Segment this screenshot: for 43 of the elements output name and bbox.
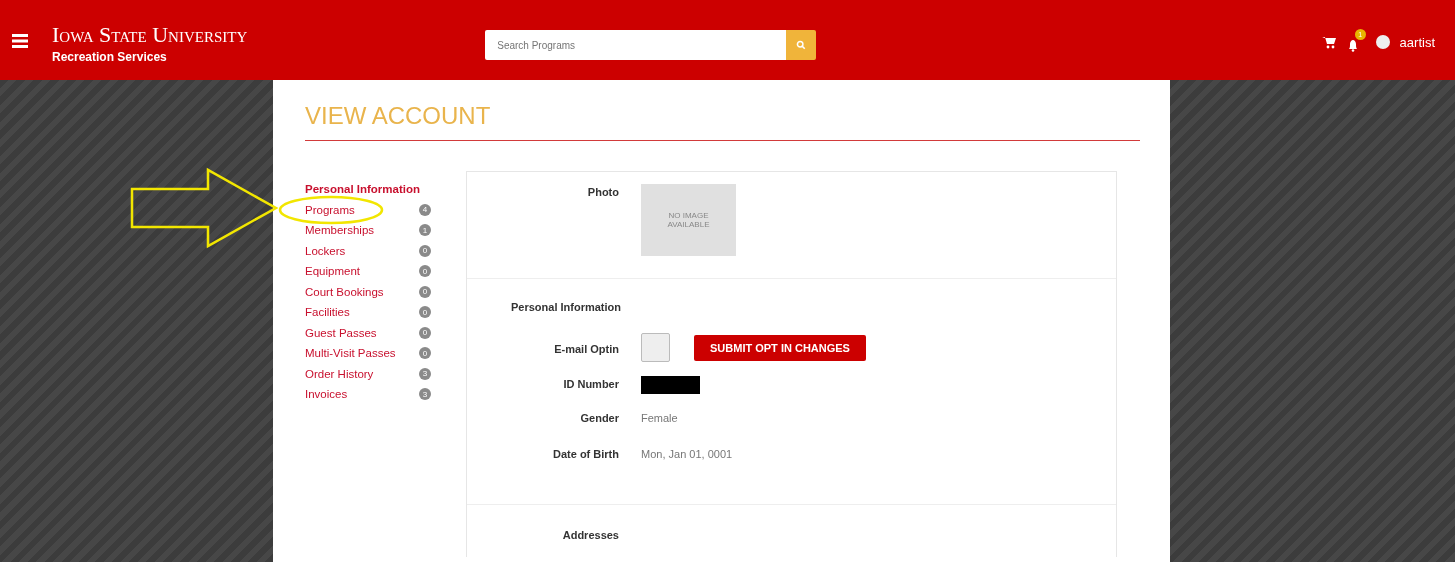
menu-icon[interactable]: [12, 34, 28, 48]
count-badge: 0: [419, 265, 431, 278]
department-name[interactable]: Recreation Services: [52, 50, 248, 64]
checkbox[interactable]: [641, 333, 670, 362]
username[interactable]: aartist: [1399, 34, 1435, 50]
count-badge: 3: [419, 388, 431, 401]
count-badge: 0: [419, 285, 431, 298]
sidebar-link[interactable]: Invoices: [305, 388, 348, 401]
university-name[interactable]: Iowa State University: [52, 24, 248, 46]
sidebar-link[interactable]: Memberships: [305, 224, 375, 237]
count-badge: 1: [419, 224, 431, 237]
sidebar-link[interactable]: Personal Information: [305, 183, 421, 196]
avatar-icon[interactable]: [1375, 35, 1390, 49]
sidebar-link[interactable]: Multi-Visit Passes: [305, 347, 396, 360]
field-label: Photo: [586, 185, 619, 198]
field-value: Mon, Jan 01, 0001: [641, 447, 733, 460]
no-image-text: NO IMAGE AVAILABLE: [666, 211, 711, 229]
sidebar-link[interactable]: Guest Passes: [305, 326, 377, 339]
field-label: E-mail Optin: [553, 341, 619, 355]
submit-button[interactable]: SUBMIT OPT IN CHANGES: [694, 334, 866, 361]
field-label: Date of Birth: [552, 447, 619, 460]
sidebar-link[interactable]: Court Bookings: [305, 285, 384, 298]
count-badge: 0: [419, 306, 431, 319]
sidebar-link[interactable]: Facilities: [305, 306, 350, 319]
section-heading: Addresses: [561, 528, 619, 541]
cart-icon[interactable]: [1321, 35, 1336, 49]
redaction-bar: [641, 376, 700, 394]
page-title: VIEW ACCOUNT: [305, 102, 1140, 141]
sidebar-link[interactable]: Lockers: [305, 244, 346, 257]
search-button[interactable]: [786, 30, 817, 60]
count-badge: 0: [419, 347, 431, 360]
count-badge: 3: [419, 367, 431, 380]
count-badge: 4: [419, 203, 431, 216]
search-field[interactable]: Search Programs: [485, 30, 787, 60]
count-badge: 0: [419, 326, 431, 339]
sidebar-link[interactable]: Equipment: [305, 265, 360, 278]
field-label: ID Number: [562, 377, 619, 390]
sidebar-link[interactable]: Order History: [305, 367, 374, 380]
search-icon: [796, 40, 807, 50]
field-label: Gender: [579, 411, 619, 424]
section-heading: Personal Information: [510, 300, 619, 313]
count-badge: 0: [419, 244, 431, 257]
field-value: Female: [641, 411, 678, 424]
